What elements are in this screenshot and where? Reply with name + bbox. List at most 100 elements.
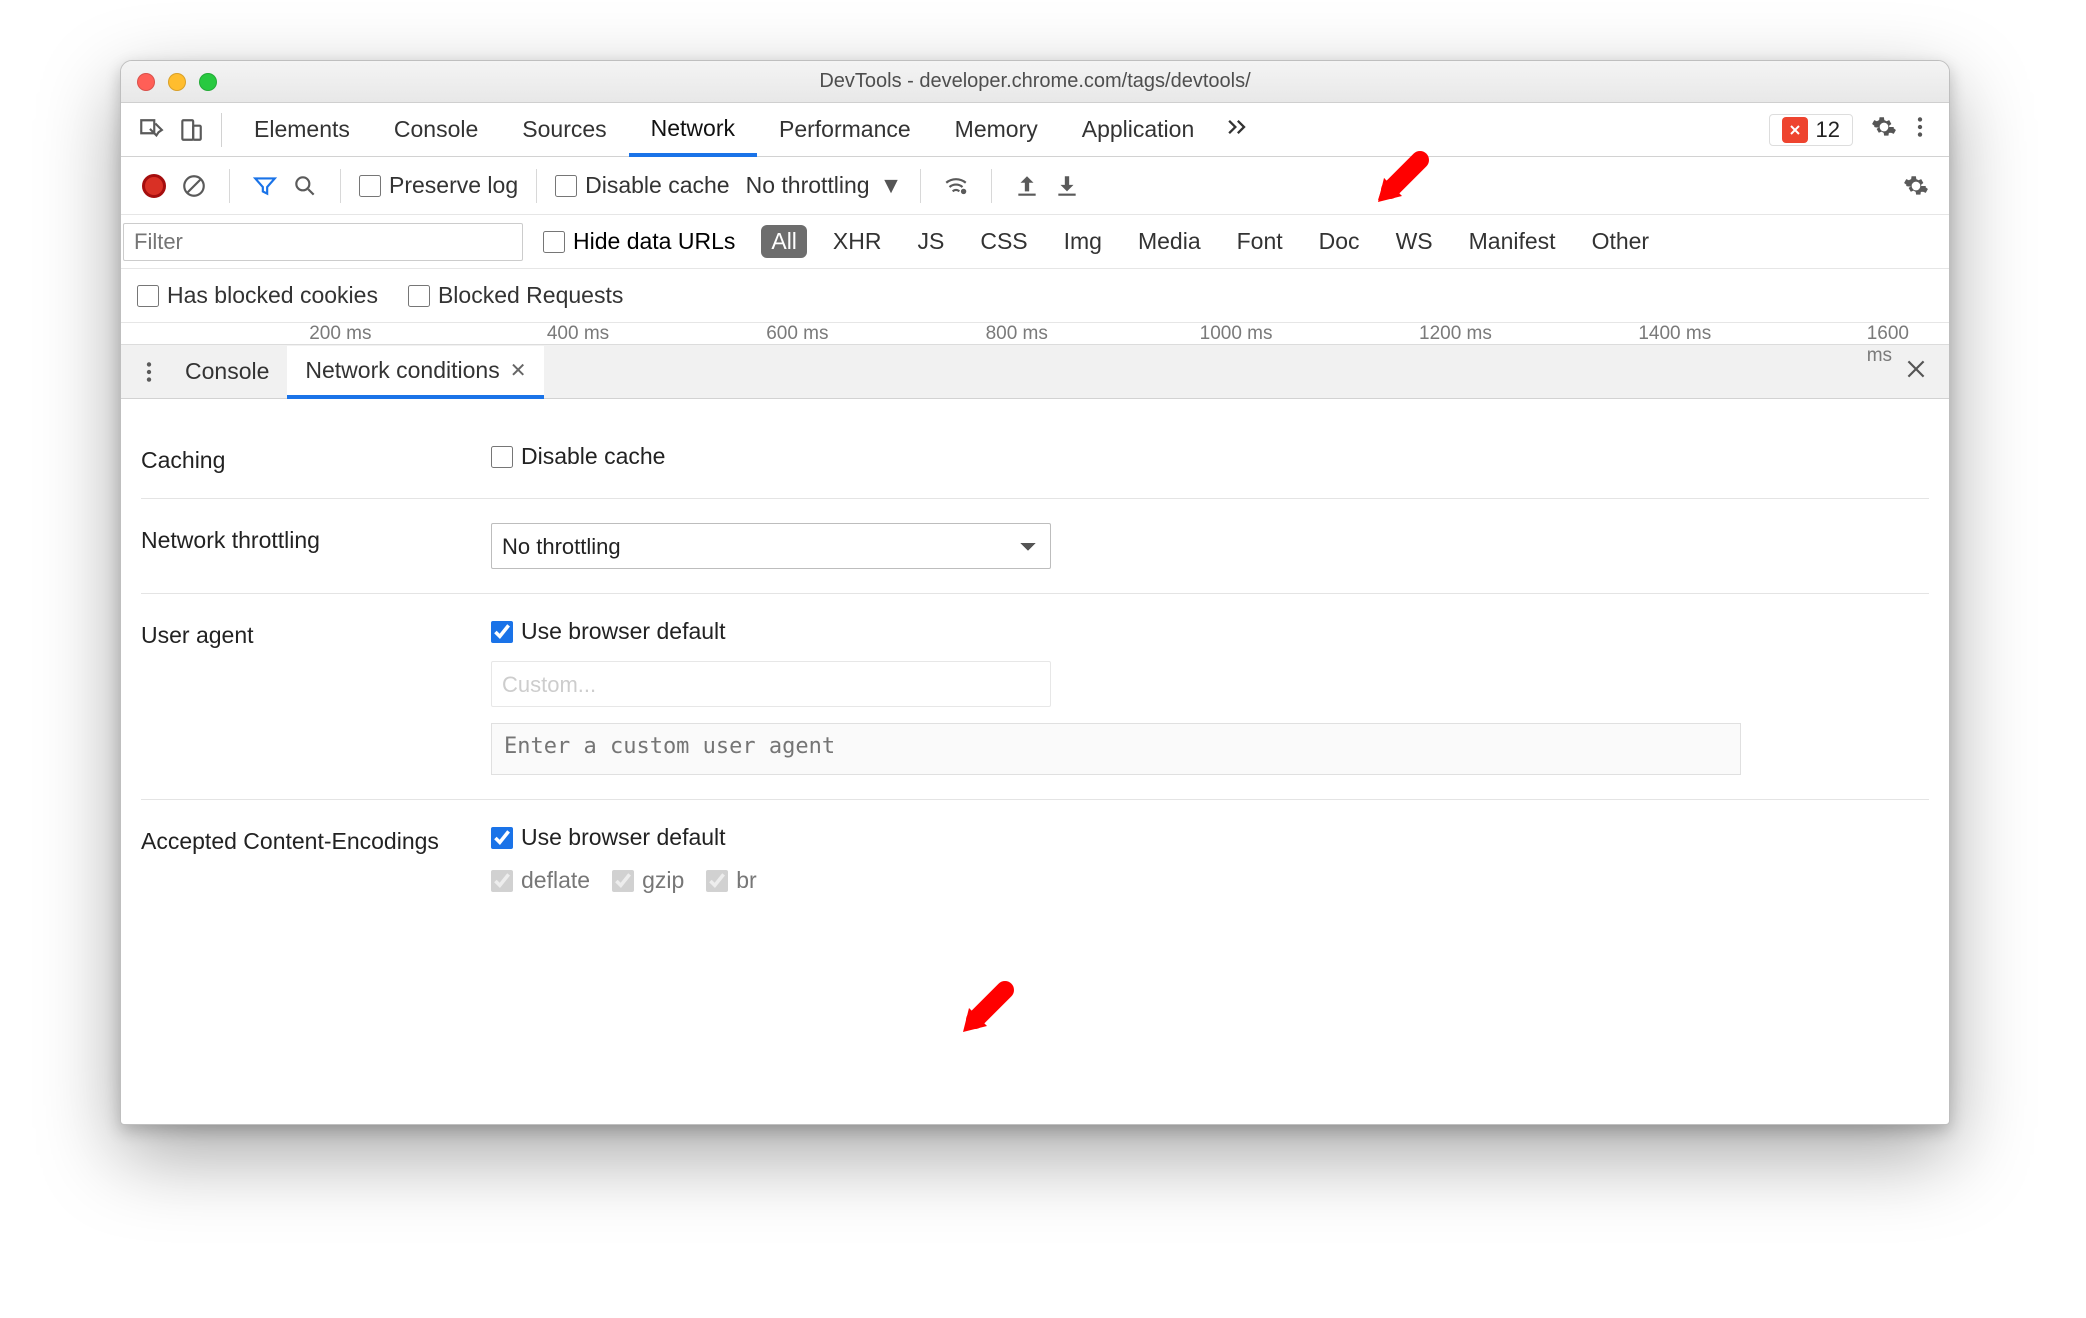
timeline-overview[interactable]: 200 ms 400 ms 600 ms 800 ms 1000 ms 1200… [121, 323, 1949, 345]
more-tabs-icon[interactable] [1224, 114, 1250, 146]
timeline-tick: 1400 ms [1638, 323, 1711, 345]
throttling-value: No throttling [746, 172, 870, 199]
ua-default-input[interactable] [491, 621, 513, 643]
filter-type-manifest[interactable]: Manifest [1459, 225, 1566, 258]
preserve-log-checkbox[interactable]: Preserve log [359, 172, 518, 199]
encodings-line: deflate gzip br [491, 867, 769, 894]
timeline-tick: 200 ms [309, 323, 371, 345]
caching-checkbox[interactable]: Disable cache [491, 443, 665, 470]
drawer-tab-network-conditions[interactable]: Network conditions ✕ [287, 346, 544, 399]
hide-data-urls-input[interactable] [543, 231, 565, 253]
filter-input[interactable] [123, 223, 523, 261]
filter-type-all[interactable]: All [761, 225, 807, 258]
encoding-br-input [706, 870, 728, 892]
throttling-select[interactable]: No throttling [491, 523, 1051, 569]
filter-type-css[interactable]: CSS [970, 225, 1037, 258]
disable-cache-label: Disable cache [585, 172, 729, 199]
tab-label: Memory [955, 116, 1038, 143]
disable-cache-checkbox[interactable]: Disable cache [555, 172, 729, 199]
encoding-gzip-input [612, 870, 634, 892]
download-har-icon[interactable] [1050, 169, 1084, 203]
filter-type-font[interactable]: Font [1227, 225, 1293, 258]
ua-textarea [491, 723, 1741, 775]
tab-sources[interactable]: Sources [500, 103, 628, 156]
row-throttling: Network throttling No throttling [141, 499, 1929, 594]
filter-type-xhr[interactable]: XHR [823, 225, 892, 258]
kebab-menu-icon[interactable] [1907, 114, 1933, 146]
network-conditions-icon[interactable] [939, 169, 973, 203]
search-icon[interactable] [288, 169, 322, 203]
caching-checkbox-label: Disable cache [521, 443, 665, 470]
has-blocked-cookies-checkbox[interactable]: Has blocked cookies [137, 282, 378, 309]
disable-cache-input[interactable] [555, 175, 577, 197]
blocked-requests-label: Blocked Requests [438, 282, 623, 309]
filter-type-ws[interactable]: WS [1386, 225, 1443, 258]
timeline-tick: 1600 ms [1867, 323, 1922, 367]
main-tabbar: Elements Console Sources Network Perform… [121, 103, 1949, 157]
blocked-requests-checkbox[interactable]: Blocked Requests [408, 282, 623, 309]
hide-data-urls-label: Hide data URLs [573, 228, 735, 255]
inspect-element-icon[interactable] [131, 110, 171, 150]
encodings-label: Accepted Content-Encodings [141, 824, 461, 855]
window-title: DevTools - developer.chrome.com/tags/dev… [121, 70, 1949, 93]
filter-type-img[interactable]: Img [1054, 225, 1112, 258]
errors-chip[interactable]: 12 [1769, 114, 1853, 146]
encoding-br: br [706, 867, 756, 894]
tab-elements[interactable]: Elements [232, 103, 372, 156]
network-conditions-panel: Caching Disable cache Network throttling… [121, 399, 1949, 958]
close-tab-icon[interactable]: ✕ [510, 358, 527, 383]
caching-label: Caching [141, 443, 461, 474]
blocked-bar: Has blocked cookies Blocked Requests [121, 269, 1949, 323]
drawer-tabbar: Console Network conditions ✕ [121, 345, 1949, 399]
device-toolbar-icon[interactable] [171, 110, 211, 150]
ua-select: Custom... [491, 661, 1051, 707]
timeline-tick: 800 ms [986, 323, 1048, 345]
encoding-label: gzip [642, 867, 684, 894]
tab-performance[interactable]: Performance [757, 103, 933, 156]
record-button[interactable] [137, 169, 171, 203]
chevron-down-icon: ▼ [880, 172, 903, 199]
settings-icon[interactable] [1871, 114, 1897, 146]
tab-label: Console [394, 116, 478, 143]
titlebar: DevTools - developer.chrome.com/tags/dev… [121, 61, 1949, 103]
throttling-label: Network throttling [141, 523, 461, 554]
blocked-requests-input[interactable] [408, 285, 430, 307]
row-caching: Caching Disable cache [141, 419, 1929, 499]
encoding-label: deflate [521, 867, 590, 894]
hide-data-urls-checkbox[interactable]: Hide data URLs [543, 228, 735, 255]
enc-default-label: Use browser default [521, 824, 726, 851]
ua-default-label: Use browser default [521, 618, 726, 645]
ua-default-checkbox[interactable]: Use browser default [491, 618, 726, 645]
encoding-gzip: gzip [612, 867, 684, 894]
errors-count: 12 [1816, 117, 1840, 143]
devtools-window: DevTools - developer.chrome.com/tags/dev… [120, 60, 1950, 1125]
tab-label: Performance [779, 116, 911, 143]
encoding-deflate-input [491, 870, 513, 892]
tab-network[interactable]: Network [629, 104, 757, 157]
drawer-tab-label: Network conditions [305, 357, 499, 384]
timeline-tick: 1000 ms [1200, 323, 1273, 345]
throttling-select[interactable]: No throttling ▼ [746, 172, 903, 199]
enc-default-checkbox[interactable]: Use browser default [491, 824, 726, 851]
drawer-tab-console[interactable]: Console [167, 345, 287, 398]
tab-console[interactable]: Console [372, 103, 500, 156]
drawer-kebab-icon[interactable] [131, 359, 167, 385]
timeline-tick: 1200 ms [1419, 323, 1492, 345]
filter-type-other[interactable]: Other [1582, 225, 1660, 258]
has-blocked-cookies-input[interactable] [137, 285, 159, 307]
network-toolbar: Preserve log Disable cache No throttling… [121, 157, 1949, 215]
upload-har-icon[interactable] [1010, 169, 1044, 203]
filter-type-media[interactable]: Media [1128, 225, 1211, 258]
preserve-log-input[interactable] [359, 175, 381, 197]
encoding-deflate: deflate [491, 867, 590, 894]
network-settings-icon[interactable] [1899, 169, 1933, 203]
filter-bar: Hide data URLs All XHR JS CSS Img Media … [121, 215, 1949, 269]
tab-application[interactable]: Application [1060, 103, 1217, 156]
filter-type-js[interactable]: JS [907, 225, 954, 258]
enc-default-input[interactable] [491, 827, 513, 849]
tab-memory[interactable]: Memory [933, 103, 1060, 156]
filter-type-doc[interactable]: Doc [1309, 225, 1370, 258]
clear-icon[interactable] [177, 169, 211, 203]
caching-checkbox-input[interactable] [491, 446, 513, 468]
filter-icon[interactable] [248, 169, 282, 203]
